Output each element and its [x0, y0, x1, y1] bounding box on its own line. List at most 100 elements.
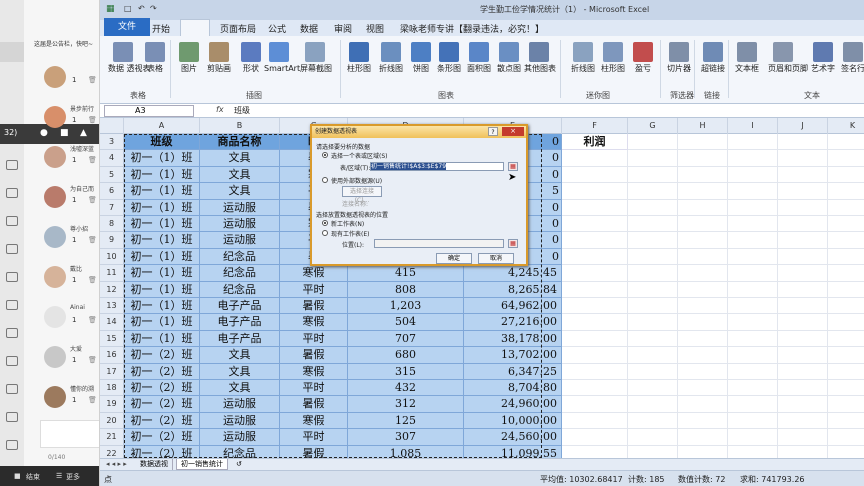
row-header[interactable]: 17 — [100, 363, 124, 380]
empty-cell[interactable] — [728, 281, 778, 298]
period-cell[interactable]: 寒假 — [280, 412, 348, 430]
class-cell[interactable]: 初一（2）班 — [124, 445, 200, 458]
qty-cell[interactable]: 125 — [348, 412, 464, 430]
empty-cell[interactable] — [728, 314, 778, 331]
empty-cell[interactable] — [678, 134, 728, 151]
empty-cell[interactable] — [628, 330, 678, 348]
empty-cell[interactable] — [678, 445, 728, 458]
empty-cell[interactable] — [678, 183, 728, 200]
column-header[interactable]: K — [828, 118, 864, 134]
empty-cell[interactable] — [828, 134, 864, 151]
empty-cell[interactable] — [562, 183, 628, 200]
empty-cell[interactable] — [728, 396, 778, 413]
class-cell[interactable]: 初一（2）班 — [124, 380, 200, 397]
close-button[interactable]: × — [502, 127, 524, 136]
empty-cell[interactable] — [778, 380, 828, 397]
column-header[interactable]: H — [678, 118, 728, 134]
ribbon-button-10[interactable]: 条形图 — [434, 40, 464, 84]
empty-cell[interactable] — [562, 429, 628, 446]
empty-cell[interactable] — [628, 281, 678, 298]
row-header[interactable]: 15 — [100, 330, 124, 348]
empty-cell[interactable] — [828, 396, 864, 413]
row-header[interactable]: 5 — [100, 166, 124, 184]
location-picker-icon[interactable]: ▦ — [508, 239, 518, 248]
delete-icon[interactable]: 🗑 — [88, 396, 97, 404]
delete-icon[interactable]: 🗑 — [88, 116, 97, 124]
period-cell[interactable]: 平时 — [280, 380, 348, 397]
class-cell[interactable]: 初一（2）班 — [124, 363, 200, 380]
row-header[interactable]: 13 — [100, 298, 124, 315]
period-cell[interactable]: 寒假 — [280, 265, 348, 282]
tab-5[interactable]: 数据 — [300, 22, 318, 35]
column-header[interactable]: J — [778, 118, 828, 134]
ribbon-button-9[interactable]: 饼图 — [406, 40, 436, 84]
class-cell[interactable]: 初一（2）班 — [124, 429, 200, 446]
empty-cell[interactable] — [828, 166, 864, 184]
empty-cell[interactable] — [562, 396, 628, 413]
qty-cell[interactable]: 315 — [348, 363, 464, 380]
product-cell[interactable]: 文具 — [200, 347, 280, 364]
range-input[interactable]: 初一销售统计!$A$3:$E$79 — [370, 162, 504, 171]
product-cell[interactable]: 文具 — [200, 150, 280, 167]
ribbon-button-8[interactable]: 折线图 — [376, 40, 406, 84]
empty-cell[interactable] — [628, 232, 678, 249]
column-header[interactable]: A — [124, 118, 200, 134]
product-cell[interactable]: 运动服 — [200, 396, 280, 413]
ribbon-button-18[interactable]: 超链接 — [698, 40, 728, 84]
corner[interactable] — [100, 118, 124, 134]
product-cell[interactable]: 运动服 — [200, 412, 280, 430]
header-cell[interactable]: 商品名称 — [200, 134, 280, 151]
class-cell[interactable]: 初一（1）班 — [124, 265, 200, 282]
empty-cell[interactable] — [778, 347, 828, 364]
row-header[interactable]: 22 — [100, 445, 124, 458]
empty-cell[interactable] — [828, 412, 864, 430]
qty-cell[interactable]: 1,085 — [348, 445, 464, 458]
empty-cell[interactable] — [828, 216, 864, 233]
row-header[interactable]: 14 — [100, 314, 124, 331]
empty-cell[interactable] — [562, 347, 628, 364]
period-cell[interactable]: 平时 — [280, 429, 348, 446]
tab-1[interactable]: 开始 — [152, 22, 170, 35]
empty-cell[interactable] — [562, 232, 628, 249]
product-cell[interactable]: 运动服 — [200, 199, 280, 216]
ribbon-button-7[interactable]: 柱形图 — [344, 40, 374, 84]
delete-icon[interactable]: 🗑 — [88, 236, 97, 244]
row-header[interactable]: 8 — [100, 216, 124, 233]
row-header[interactable]: 16 — [100, 347, 124, 364]
row-header[interactable]: 9 — [100, 232, 124, 249]
empty-cell[interactable] — [678, 248, 728, 266]
amount-cell[interactable]: 10,000.00 — [464, 412, 562, 430]
empty-cell[interactable] — [628, 150, 678, 167]
sidebar-icon[interactable] — [6, 188, 18, 198]
empty-cell[interactable] — [628, 380, 678, 397]
empty-cell[interactable] — [728, 232, 778, 249]
delete-icon[interactable]: 🗑 — [88, 316, 97, 324]
ribbon-button-3[interactable]: 剪贴画 — [204, 40, 234, 84]
empty-cell[interactable] — [828, 265, 864, 282]
empty-cell[interactable] — [628, 429, 678, 446]
row-header[interactable]: 3 — [100, 134, 124, 151]
amount-cell[interactable]: 8,704.80 — [464, 380, 562, 397]
new-sheet-radio[interactable] — [322, 220, 328, 226]
column-header[interactable]: G — [628, 118, 678, 134]
empty-cell[interactable] — [678, 396, 728, 413]
ribbon-button-16[interactable]: 盈亏 — [628, 40, 658, 84]
product-cell[interactable]: 文具 — [200, 363, 280, 380]
empty-cell[interactable] — [678, 166, 728, 184]
class-cell[interactable]: 初一（1）班 — [124, 314, 200, 331]
ribbon-button-5[interactable]: SmartArt — [264, 40, 300, 84]
avatar[interactable] — [44, 106, 66, 128]
ribbon-button-2[interactable]: 图片 — [174, 40, 204, 84]
amount-cell[interactable]: 4,245.45 — [464, 265, 562, 282]
empty-cell[interactable] — [728, 199, 778, 216]
empty-cell[interactable] — [828, 298, 864, 315]
undo-icon[interactable]: ↶ — [138, 4, 145, 13]
empty-cell[interactable] — [828, 429, 864, 446]
delete-icon[interactable]: 🗑 — [88, 356, 97, 364]
amount-cell[interactable]: 13,702.00 — [464, 347, 562, 364]
name-box[interactable]: A3 — [104, 105, 194, 117]
empty-cell[interactable] — [562, 314, 628, 331]
amount-cell[interactable]: 6,347.25 — [464, 363, 562, 380]
fx-icon[interactable]: fx — [216, 105, 224, 114]
period-cell[interactable]: 暑假 — [280, 347, 348, 364]
